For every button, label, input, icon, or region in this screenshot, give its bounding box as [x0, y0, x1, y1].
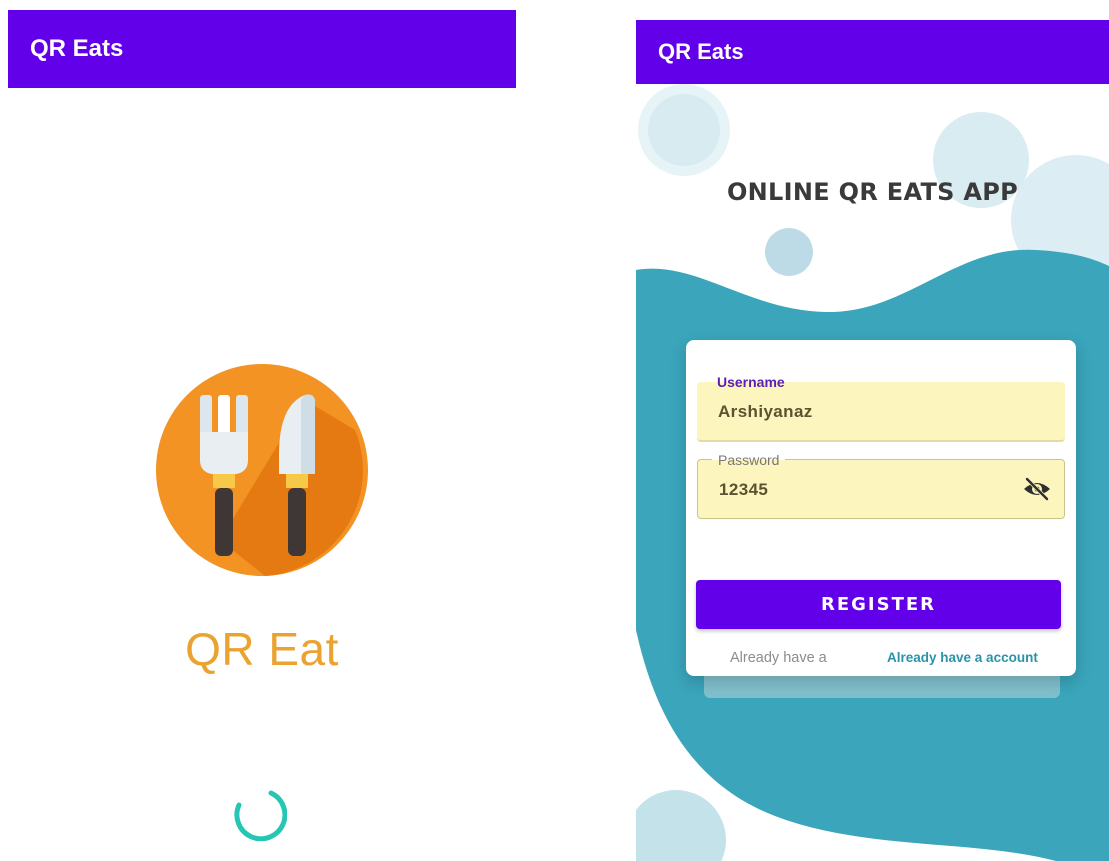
- username-label: Username: [711, 374, 791, 390]
- fork-knife-icon: [155, 360, 369, 580]
- app-bar: QR Eats: [636, 20, 1109, 84]
- register-card: Username Arshiyanaz Password 12345 REGIS…: [686, 340, 1076, 676]
- login-link[interactable]: Already have a account: [887, 650, 1038, 665]
- page-title: ONLINE QR EATS APP: [726, 178, 1019, 206]
- register-screen: QR Eats ONLINE QR EATS APP Username Arsh…: [636, 20, 1109, 861]
- eye-off-icon[interactable]: [1022, 476, 1052, 502]
- splash-screen: QR Eats QR Eat: [8, 10, 516, 861]
- register-button[interactable]: REGISTER: [696, 580, 1061, 629]
- password-label: Password: [712, 452, 786, 468]
- app-bar-title: QR Eats: [30, 35, 124, 62]
- password-value: 12345: [719, 480, 769, 499]
- username-value: Arshiyanaz: [718, 402, 813, 421]
- login-hint-text: Already have a: [730, 650, 827, 666]
- username-field[interactable]: Username Arshiyanaz: [697, 374, 1065, 442]
- app-name: QR Eat: [185, 623, 339, 675]
- app-bar-title: QR Eats: [658, 39, 744, 64]
- loading-spinner-icon: [231, 785, 287, 841]
- password-field[interactable]: Password 12345: [697, 452, 1065, 519]
- app-bar: QR Eats: [8, 10, 516, 88]
